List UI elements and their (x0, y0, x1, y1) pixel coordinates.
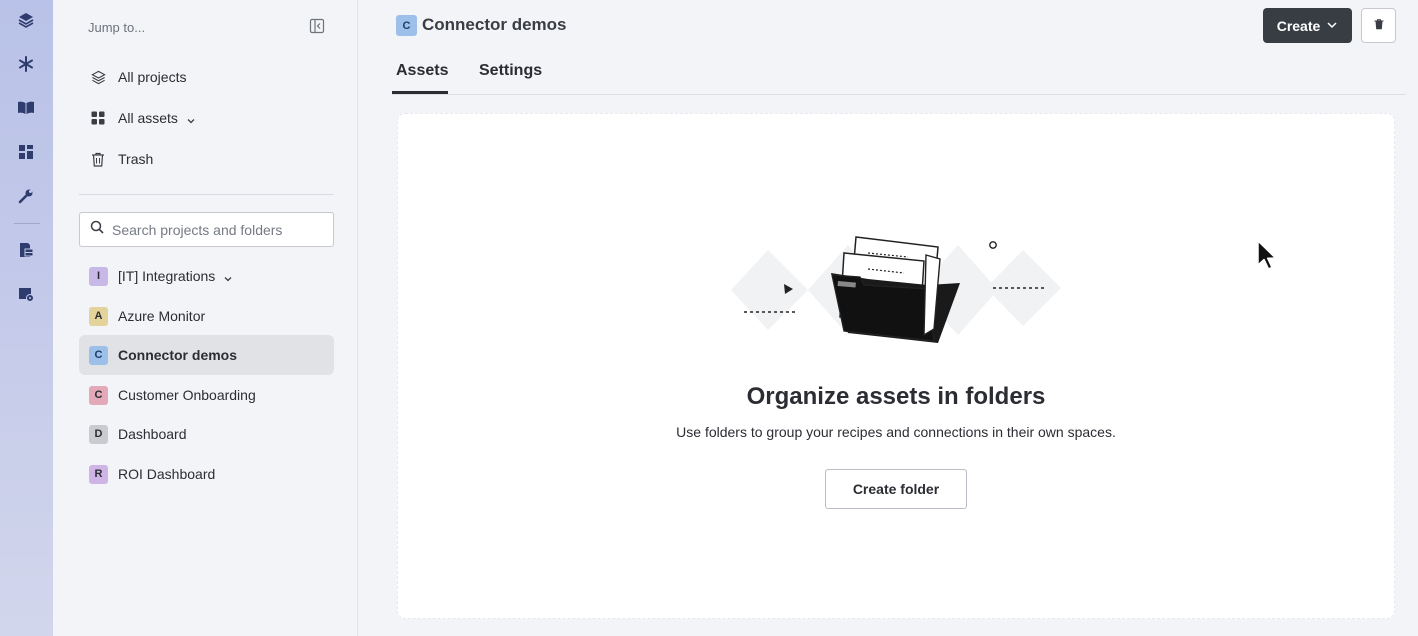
project-label: ROI Dashboard (118, 466, 216, 482)
project-label: Dashboard (118, 426, 187, 442)
tabs-divider (392, 94, 1406, 95)
project-label: Connector demos (118, 347, 238, 363)
nav-all-projects[interactable]: All projects (90, 66, 186, 88)
folder-illustration (728, 225, 1068, 355)
project-badge: R (89, 464, 108, 484)
nav-all-assets-label: All assets (118, 110, 178, 126)
nav-trash[interactable]: Trash (90, 148, 153, 170)
create-button-label: Create (1276, 17, 1321, 34)
project-label: [IT] Integrations (118, 268, 216, 284)
wrench-icon[interactable] (16, 186, 36, 206)
tab-assets[interactable]: Assets (396, 62, 448, 80)
trash-icon (1374, 17, 1384, 35)
book-icon[interactable] (16, 98, 36, 118)
nav-trash-label: Trash (118, 151, 154, 167)
delete-project-button[interactable] (1361, 8, 1396, 43)
chevron-down-icon (1326, 18, 1338, 34)
chevron-down-icon[interactable] (186, 113, 196, 124)
project-badge: A (89, 306, 108, 326)
create-button[interactable]: Create (1263, 8, 1352, 43)
empty-state-description: Use folders to group your recipes and co… (676, 424, 1116, 440)
trash-icon (90, 151, 106, 167)
dashboard-icon[interactable] (16, 142, 36, 162)
project-item-customer-onboarding[interactable]: C Customer Onboarding (79, 375, 334, 415)
tab-settings[interactable]: Settings (479, 62, 542, 80)
project-badge: C (396, 15, 417, 36)
project-search[interactable] (79, 212, 334, 247)
project-label: Azure Monitor (118, 308, 206, 324)
document-table-icon[interactable] (16, 240, 36, 260)
project-label: Customer Onboarding (118, 387, 256, 403)
snowflake-icon[interactable] (16, 54, 36, 74)
sidebar-divider (79, 194, 334, 195)
assets-panel (397, 113, 1395, 619)
layers-icon (90, 69, 106, 85)
project-badge: I (89, 266, 108, 286)
app-rail (0, 0, 53, 636)
mouse-cursor-icon (1256, 240, 1278, 272)
grid-icon (90, 110, 106, 126)
chevron-down-icon[interactable] (223, 271, 233, 282)
page-title: Connector demos (422, 15, 567, 34)
layers-icon[interactable] (16, 10, 36, 30)
project-item-dashboard[interactable]: D Dashboard (79, 414, 334, 454)
nav-all-projects-label: All projects (118, 69, 187, 85)
project-item-connector-demos[interactable]: C Connector demos (79, 335, 334, 375)
empty-state-title: Organize assets in folders (746, 383, 1046, 410)
search-icon (90, 220, 104, 239)
collapse-sidebar-icon[interactable] (309, 18, 325, 34)
project-item-roi-dashboard[interactable]: R ROI Dashboard (79, 454, 334, 494)
project-sidebar: Jump to... All projects All assets Trash… (53, 0, 358, 636)
create-folder-button[interactable]: Create folder (825, 469, 967, 509)
calendar-gear-icon[interactable] (16, 284, 36, 304)
nav-all-assets[interactable]: All assets (90, 107, 196, 129)
jump-to-label[interactable]: Jump to... (88, 20, 145, 35)
project-badge: D (89, 424, 108, 444)
project-item-azure-monitor[interactable]: A Azure Monitor (79, 296, 334, 336)
project-badge: C (89, 345, 108, 365)
rail-divider (14, 223, 40, 224)
project-badge: C (89, 385, 108, 405)
project-item-it-integrations[interactable]: I [IT] Integrations (79, 256, 334, 296)
search-input[interactable] (112, 221, 322, 238)
